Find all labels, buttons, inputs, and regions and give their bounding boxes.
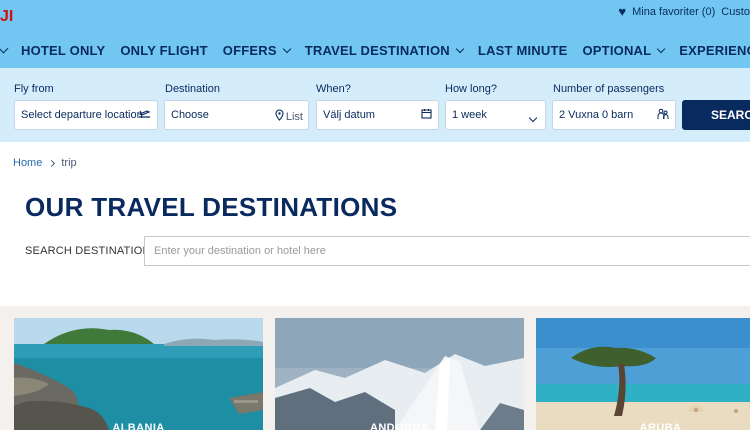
- map-pin-icon: [275, 109, 284, 124]
- destination-card-aruba[interactable]: ARUBA: [536, 318, 750, 430]
- fly-from-value: Select departure location: [21, 109, 143, 121]
- how-long-label: How long?: [445, 83, 497, 95]
- heart-icon[interactable]: ♥: [618, 4, 626, 19]
- site-header: JI ♥ Mina favoriter (0) Custo HOTEL ONLY…: [0, 0, 750, 68]
- page-title: OUR TRAVEL DESTINATIONS: [25, 192, 398, 222]
- search-button[interactable]: SEARCH: [682, 100, 750, 130]
- destination-field[interactable]: Choose List: [164, 100, 309, 130]
- chevron-down-icon[interactable]: [0, 43, 9, 53]
- nav-offers[interactable]: OFFERS: [222, 42, 291, 58]
- utility-links: ♥ Mina favoriter (0) Custo: [618, 4, 750, 19]
- plane-departure-icon: [138, 108, 151, 123]
- nav-label: HOTEL ONLY: [21, 42, 106, 58]
- destination-card-andorra[interactable]: ANDORRA: [275, 318, 524, 430]
- people-icon: [657, 108, 669, 123]
- andorra-photo: [275, 318, 524, 430]
- nav-label: EXPERIENCES: [679, 42, 750, 58]
- chevron-down-icon: [282, 44, 291, 53]
- destination-list-toggle[interactable]: List: [275, 109, 303, 124]
- duration-value: 1 week: [452, 109, 487, 121]
- destination-list-label: List: [285, 110, 303, 123]
- calendar-icon: [421, 108, 432, 122]
- breadcrumb: Home trip: [13, 157, 77, 169]
- nav-label: OPTIONAL: [582, 42, 652, 58]
- nav-last-minute[interactable]: LAST MINUTE: [478, 43, 568, 58]
- fly-from-field[interactable]: Select departure location: [14, 100, 158, 130]
- destination-search-input[interactable]: [144, 236, 750, 266]
- brand-logo[interactable]: JI: [0, 8, 13, 26]
- card-title: ANDORRA: [369, 422, 430, 430]
- chevron-down-icon: [657, 44, 666, 53]
- passengers-field[interactable]: 2 Vuxna 0 barn: [552, 100, 676, 130]
- nav-label: LAST MINUTE: [477, 42, 568, 58]
- chevron-down-icon: [455, 44, 465, 53]
- nav-label: OFFERS: [222, 42, 277, 58]
- date-field[interactable]: Välj datum: [316, 100, 439, 130]
- nav-label: TRAVEL DESTINATION: [304, 42, 450, 58]
- when-label: When?: [316, 83, 351, 95]
- chevron-down-icon: [528, 110, 538, 124]
- search-destinations-label: SEARCH DESTINATIONS: [25, 245, 159, 257]
- card-title: ALBANIA: [112, 422, 165, 430]
- favorites-link[interactable]: Mina favoriter (0): [632, 6, 715, 18]
- chevron-right-icon: [48, 159, 56, 167]
- nav-travel-destination[interactable]: TRAVEL DESTINATION: [304, 42, 465, 58]
- fly-from-label: Fly from: [14, 83, 54, 95]
- date-value: Välj datum: [323, 109, 375, 121]
- breadcrumb-home[interactable]: Home: [13, 157, 42, 169]
- nav-label: ONLY FLIGHT: [120, 42, 208, 58]
- nav-only-flight[interactable]: ONLY FLIGHT: [120, 43, 207, 58]
- nav-experiences[interactable]: EXPERIENCES: [679, 43, 750, 58]
- destination-label: Destination: [165, 83, 221, 95]
- card-title: ARUBA: [639, 422, 682, 430]
- duration-select[interactable]: 1 week: [445, 100, 546, 130]
- nav-optional[interactable]: OPTIONAL: [582, 42, 666, 58]
- albania-photo: [14, 318, 263, 430]
- passengers-label: Number of passengers: [553, 83, 665, 95]
- passengers-value: 2 Vuxna 0 barn: [559, 109, 634, 121]
- trip-search-bar: Fly from Select departure location Desti…: [0, 68, 750, 142]
- nav-hotel-only[interactable]: HOTEL ONLY: [21, 43, 105, 58]
- destination-card-albania[interactable]: ALBANIA: [14, 318, 263, 430]
- destination-value: Choose: [171, 109, 209, 121]
- customer-link[interactable]: Custo: [721, 6, 750, 18]
- main-nav: HOTEL ONLY ONLY FLIGHT OFFERS TRAVEL DES…: [0, 41, 750, 59]
- aruba-photo: [536, 318, 750, 430]
- breadcrumb-current: trip: [61, 157, 77, 169]
